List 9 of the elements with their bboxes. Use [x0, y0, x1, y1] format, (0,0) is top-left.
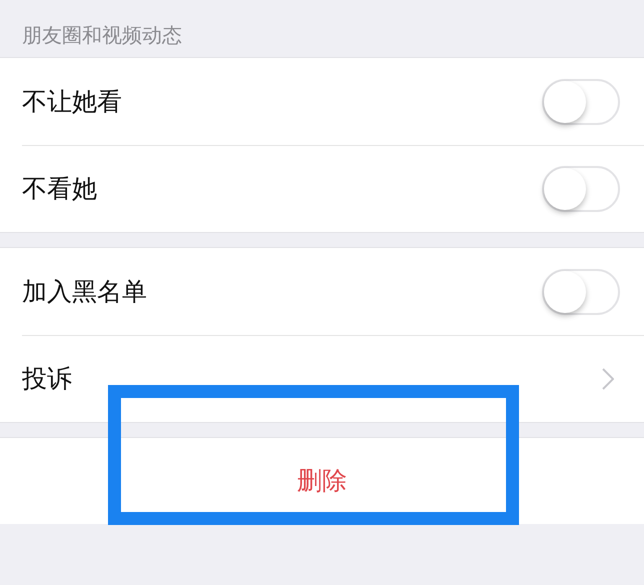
- toggle-switch[interactable]: [542, 78, 620, 124]
- setting-label: 投诉: [22, 363, 72, 396]
- section-title: 朋友圈和视频动态: [22, 22, 182, 49]
- setting-label: 加入黑名单: [22, 276, 147, 308]
- toggle-switch[interactable]: [542, 268, 620, 314]
- chevron-right-icon[interactable]: [602, 368, 614, 390]
- toggle-switch[interactable]: [542, 166, 620, 212]
- setting-label: 不看她: [22, 173, 97, 206]
- setting-label: 不让她看: [22, 86, 122, 118]
